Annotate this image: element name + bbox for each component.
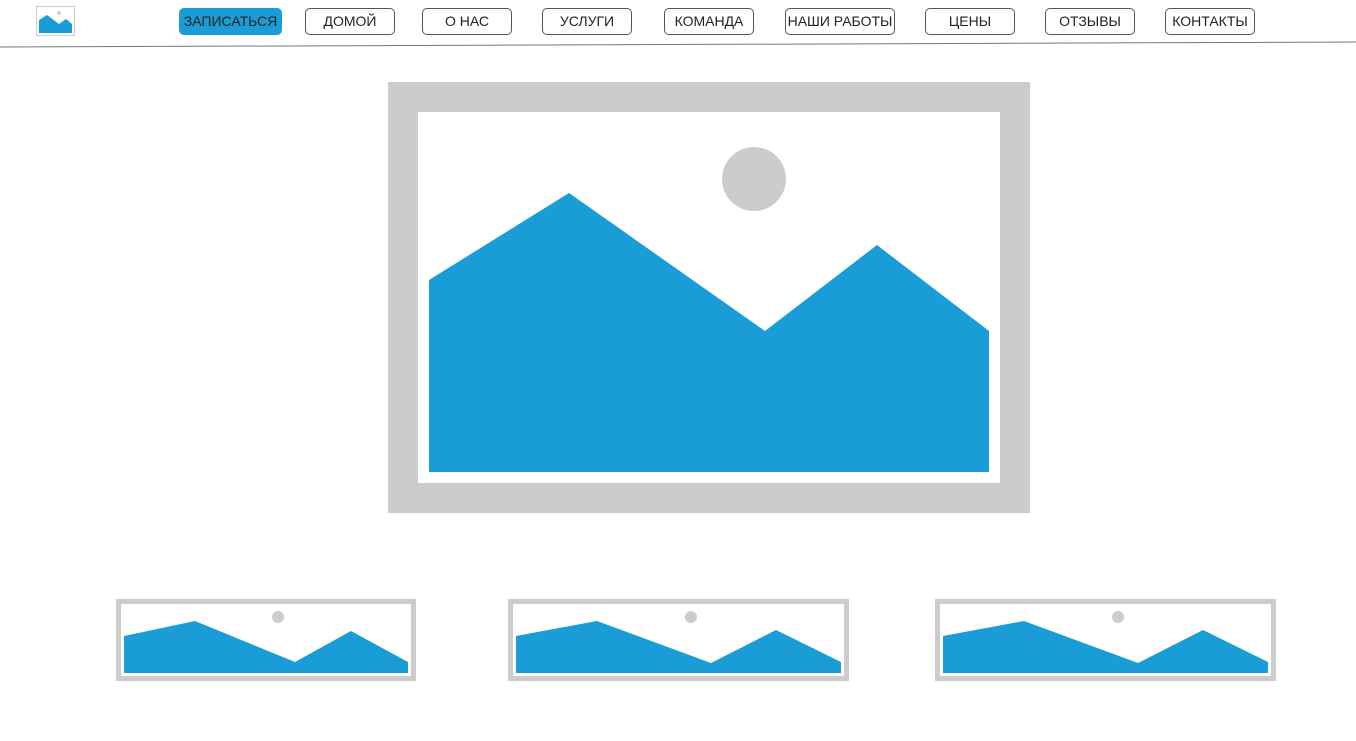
thumbnail-image-3 (935, 599, 1276, 681)
thumbnail-sun-icon (272, 611, 284, 623)
thumbnail-sun-icon (685, 611, 697, 623)
thumbnail-image-2 (508, 599, 849, 681)
thumbnail-image-1 (116, 599, 416, 681)
header-divider (0, 41, 1356, 48)
hero-sun-icon (722, 147, 786, 211)
thumbnail-sun-icon (1112, 611, 1124, 623)
hero-image (388, 82, 1030, 513)
